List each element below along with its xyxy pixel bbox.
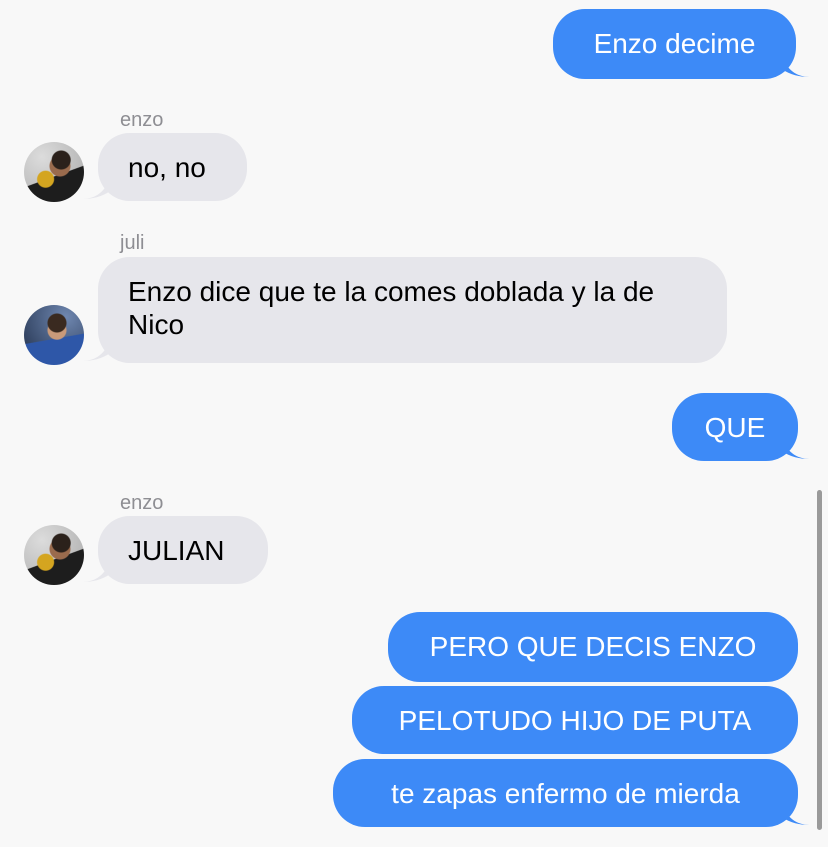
incoming-bubble-tail xyxy=(82,560,110,582)
message-text: PELOTUDO HIJO DE PUTA xyxy=(398,705,752,736)
incoming-bubble-tail xyxy=(82,339,110,361)
enzo-avatar[interactable] xyxy=(24,525,84,585)
outgoing-bubble-tail xyxy=(782,437,810,459)
message-text: QUE xyxy=(704,412,766,443)
outgoing-message-bubble[interactable]: PERO QUE DECIS ENZO xyxy=(388,612,798,682)
outgoing-message-bubble[interactable]: QUE xyxy=(672,393,798,461)
message-text: PERO QUE DECIS ENZO xyxy=(429,631,757,662)
message-text: no, no xyxy=(128,152,206,183)
outgoing-bubble-tail xyxy=(782,55,810,77)
outgoing-message-bubble[interactable]: PELOTUDO HIJO DE PUTA xyxy=(352,686,798,754)
juli-avatar[interactable] xyxy=(24,305,84,365)
incoming-message-bubble[interactable]: JULIAN xyxy=(98,516,268,584)
outgoing-bubble-tail xyxy=(782,803,810,825)
incoming-bubble-tail xyxy=(82,177,110,199)
sender-name: enzo xyxy=(120,492,164,514)
message-text: te zapas enfermo de mierda xyxy=(391,778,740,809)
sender-name: enzo xyxy=(120,109,164,131)
incoming-message-bubble[interactable]: Enzo dice que te la comes doblada y la d… xyxy=(98,257,727,363)
scrollbar[interactable] xyxy=(817,490,822,830)
enzo-avatar[interactable] xyxy=(24,142,84,202)
message-text: Enzo decime xyxy=(593,28,756,59)
sender-name: juli xyxy=(120,232,145,254)
incoming-message-bubble[interactable]: no, no xyxy=(98,133,247,201)
outgoing-message-bubble[interactable]: te zapas enfermo de mierda xyxy=(333,759,798,827)
message-thread[interactable]: Enzo decime enzo no, no juli Enzo dice q… xyxy=(0,0,828,847)
message-text: Enzo dice que te la comes doblada y la d… xyxy=(128,276,655,340)
outgoing-message-bubble[interactable]: Enzo decime xyxy=(553,9,796,79)
message-text: JULIAN xyxy=(128,535,225,566)
